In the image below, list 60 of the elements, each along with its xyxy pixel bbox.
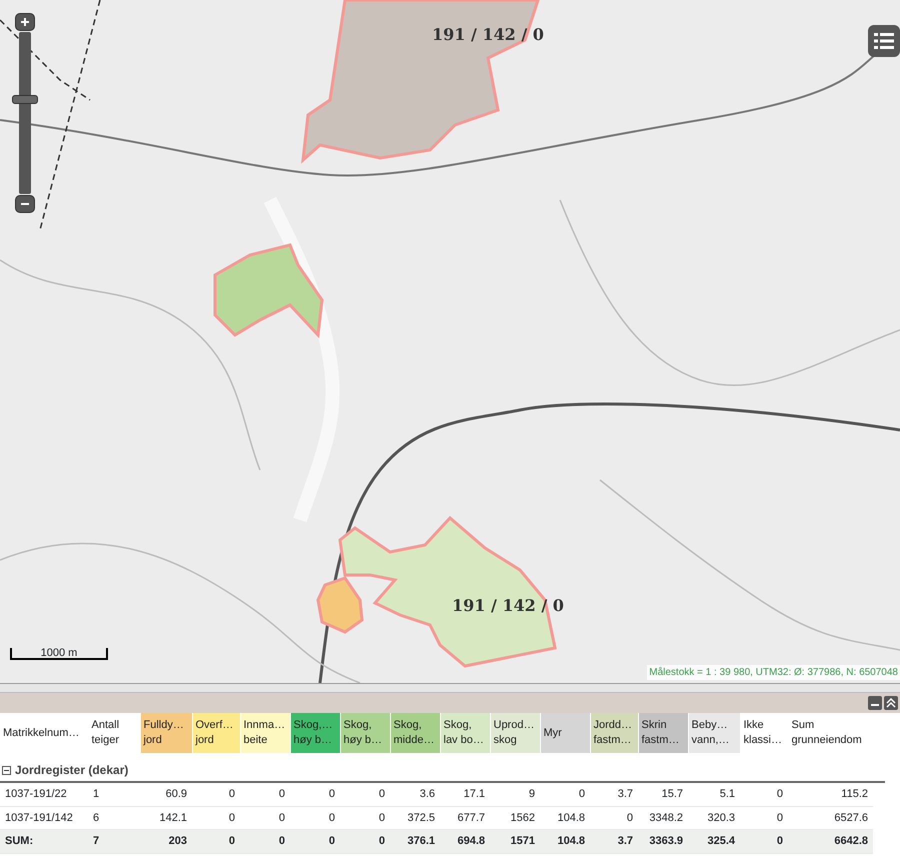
table-cell: 6642.8 [788,830,873,853]
column-header[interactable]: Skog, høy b… [340,713,390,753]
table-cell: 376.1 [390,830,440,853]
table-cell: 17.1 [440,783,490,806]
table-cell: 104.8 [540,830,590,853]
expand-button[interactable] [884,696,898,710]
table-cell: 0 [192,830,240,853]
table-cell: 325.4 [688,830,740,853]
collapse-icon[interactable] [2,766,11,774]
table-cell: 7 [88,830,140,853]
list-icon [874,31,894,51]
row-label: 1037-191/22 [0,783,88,806]
table-cell: 1571 [490,830,540,853]
plus-icon [20,17,30,27]
zoom-slider-thumb[interactable] [12,95,38,104]
minimize-button[interactable] [868,696,882,710]
column-header[interactable]: Jordd… fastm… [590,713,638,753]
zoom-slider-track[interactable] [19,32,31,194]
column-header[interactable]: Fulldy… jord [140,713,192,753]
column-header[interactable]: Overf… jord [192,713,240,753]
column-header[interactable]: Skog, midde… [390,713,440,753]
table-cell: 203 [140,830,192,853]
table-cell: 0 [290,830,340,853]
zoom-out-button[interactable] [15,195,35,213]
table-cell: 3363.9 [638,830,688,853]
scale-text: Målestokk = 1 : 39 980, UTM32: Ø: 377986, N: 6507048 [647,665,900,680]
table-cell: 3.7 [590,830,638,853]
group-title: Jordregister (dekar) [15,762,128,779]
table-cell: 60.9 [140,783,192,806]
column-header[interactable]: Innma… beite [240,713,290,753]
table-cell: 5.1 [688,783,740,806]
table-cell: 0 [240,783,290,806]
table-cell: 1 [88,783,140,806]
table-cell: 0 [740,783,788,806]
table-cell: 0 [740,830,788,853]
table-cell: 3.6 [390,783,440,806]
row-label: SUM: [0,830,88,853]
table-cell: 0 [340,830,390,853]
table-cell: 0 [340,783,390,806]
table-cell: 0 [240,830,290,853]
column-header[interactable]: Beby… vann,… [688,713,740,753]
table-cell: 3.7 [590,783,638,806]
column-header[interactable]: Uprod… skog [490,713,540,753]
zoom-in-button[interactable] [15,13,35,31]
table-cell: 0 [540,783,590,806]
column-header[interactable]: Skrin fastm… [638,713,688,753]
table-cell: 9 [490,783,540,806]
parcel-label: 191 / 142 / 0 [432,24,544,46]
table-cell: 694.8 [440,830,490,853]
menu-button[interactable] [868,25,900,57]
table-cell: 0 [192,783,240,806]
chevrons-up-icon [886,698,896,708]
table-cell: 115.2 [788,783,873,806]
table-cell: 15.7 [638,783,688,806]
parcel-label: 191 / 142 / 0 [452,595,564,617]
scale-bar: 1000 m [10,648,108,660]
table-cell: 0 [290,783,340,806]
column-header[interactable]: Skog,… høy b… [290,713,340,753]
column-header[interactable]: Skog, lav bo… [440,713,490,753]
column-header[interactable]: Myr [540,713,590,753]
